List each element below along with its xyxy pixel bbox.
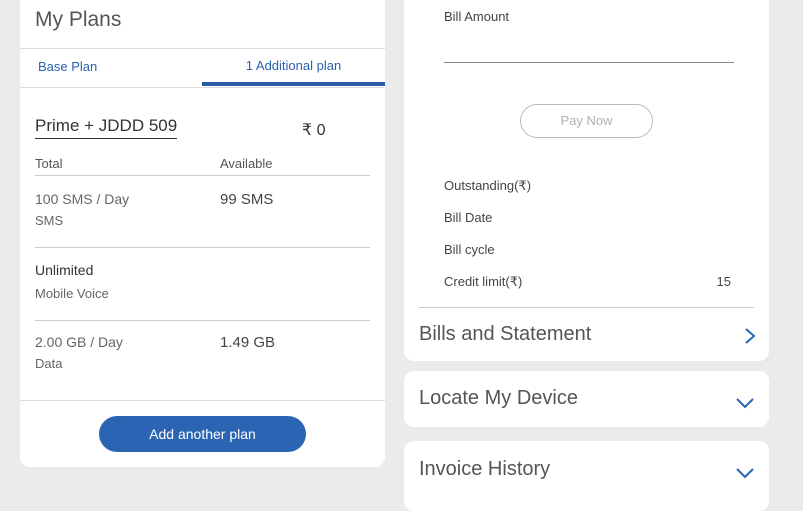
row-type: Mobile Voice bbox=[35, 286, 109, 301]
row-type: Data bbox=[35, 356, 63, 371]
credit-limit-label: Credit limit(₹) bbox=[444, 274, 523, 289]
row-available: 1.49 GB bbox=[220, 334, 276, 351]
my-plans-title: My Plans bbox=[35, 8, 122, 31]
credit-limit-value: 15 bbox=[716, 274, 731, 289]
plan-tabs: Base Plan 1 Additional plan bbox=[20, 48, 385, 88]
invoice-history-title: Invoice History bbox=[419, 458, 551, 480]
chevron-right-icon[interactable] bbox=[742, 328, 758, 344]
divider bbox=[20, 400, 385, 401]
bill-amount-label: Bill Amount bbox=[444, 9, 510, 24]
locate-my-device-card[interactable]: Locate My Device bbox=[404, 371, 769, 427]
column-header-available: Available bbox=[220, 156, 273, 171]
chevron-down-icon[interactable] bbox=[736, 395, 754, 411]
column-header-total: Total bbox=[35, 156, 63, 171]
tab-base-plan[interactable]: Base Plan bbox=[38, 49, 97, 85]
row-quantity: 100 SMS / Day bbox=[35, 191, 130, 207]
bill-date-label: Bill Date bbox=[444, 210, 493, 225]
divider bbox=[35, 175, 370, 176]
divider bbox=[35, 320, 370, 321]
divider bbox=[419, 307, 754, 308]
my-plans-card: My Plans Base Plan 1 Additional plan Pri… bbox=[20, 0, 385, 467]
invoice-history-card[interactable]: Invoice History bbox=[404, 441, 769, 511]
bill-amount-input[interactable] bbox=[444, 36, 734, 63]
row-quantity: 2.00 GB / Day bbox=[35, 334, 123, 350]
chevron-down-icon[interactable] bbox=[736, 465, 754, 481]
add-another-plan-button[interactable]: Add another plan bbox=[99, 416, 306, 452]
bill-cycle-label: Bill cycle bbox=[444, 242, 495, 257]
locate-my-device-title: Locate My Device bbox=[419, 387, 578, 409]
row-available: 99 SMS bbox=[220, 191, 274, 208]
row-type: SMS bbox=[35, 213, 64, 228]
bills-and-statement-title: Bills and Statement bbox=[419, 323, 592, 345]
row-quantity: Unlimited bbox=[35, 262, 94, 278]
outstanding-label: Outstanding(₹) bbox=[444, 178, 532, 193]
plan-price: ₹ 0 bbox=[302, 122, 326, 139]
divider bbox=[35, 247, 370, 248]
plan-name[interactable]: Prime + JDDD 509 bbox=[35, 116, 178, 139]
billing-card: Bill Amount Pay Now Outstanding(₹) Bill … bbox=[404, 0, 769, 361]
tab-additional-plan[interactable]: 1 Additional plan bbox=[202, 49, 385, 86]
pay-now-button[interactable]: Pay Now bbox=[520, 104, 653, 138]
